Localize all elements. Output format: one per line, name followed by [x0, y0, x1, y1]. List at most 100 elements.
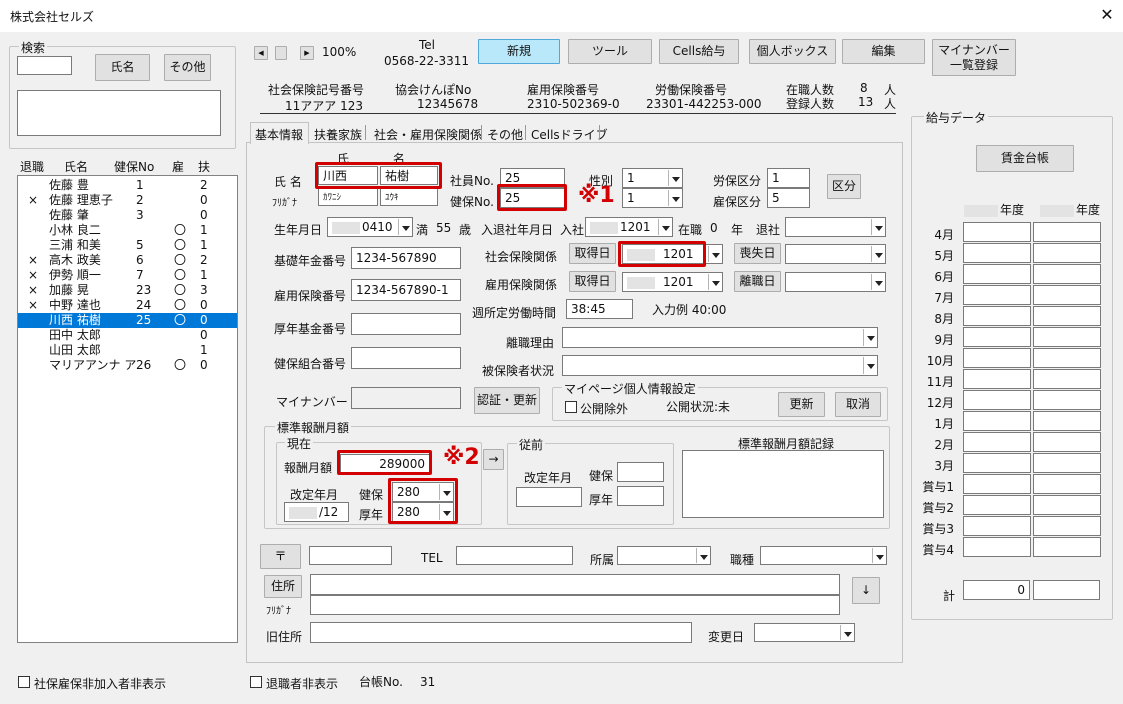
personal-box-button[interactable]: 個人ボックス — [749, 39, 836, 64]
salary-cell[interactable] — [1033, 411, 1101, 431]
work-hours-input[interactable]: 38:45 — [566, 299, 633, 319]
salary-cell[interactable] — [963, 516, 1031, 536]
employee-row[interactable]: マリアアンナ アウ(26 〇0 — [18, 358, 237, 373]
koyo-no-input[interactable]: 1234-567890-1 — [351, 279, 461, 301]
search-input[interactable] — [17, 56, 72, 75]
salary-cell[interactable] — [1033, 264, 1101, 284]
salary-cell[interactable] — [1033, 327, 1101, 347]
job-select[interactable] — [760, 546, 887, 565]
leave-button[interactable]: 離職日 — [734, 271, 781, 292]
salary-cell[interactable] — [1033, 453, 1101, 473]
salary-cell[interactable] — [1033, 537, 1101, 557]
koyo-get-select[interactable]: 1201 — [622, 272, 723, 292]
prev-kenpo-input[interactable] — [617, 462, 664, 482]
gender-select[interactable]: 1 — [622, 168, 683, 188]
tools-button[interactable]: ツール — [568, 39, 652, 64]
kubun-button[interactable]: 区分 — [827, 174, 861, 199]
insured-status-select[interactable] — [562, 355, 878, 376]
salary-cell[interactable] — [963, 453, 1031, 473]
hide-uninsured-checkbox[interactable] — [18, 676, 30, 688]
address-input[interactable] — [310, 574, 840, 595]
employee-row[interactable]: × 伊勢 順一 7 〇 1 — [18, 268, 237, 283]
record-box[interactable] — [682, 450, 884, 518]
zip-input[interactable] — [309, 546, 392, 565]
salary-cell[interactable] — [963, 222, 1031, 242]
salary-cell[interactable] — [963, 390, 1031, 410]
salary-cell[interactable] — [963, 348, 1031, 368]
auth-update-button[interactable]: 認証・更新 — [474, 387, 540, 414]
salary-cell[interactable] — [963, 264, 1031, 284]
prev-kosei-input[interactable] — [617, 486, 664, 506]
salary-cell[interactable] — [963, 306, 1031, 326]
salary-cell[interactable] — [963, 369, 1031, 389]
koho-input[interactable]: 5 — [767, 188, 810, 208]
public-exclude-checkbox[interactable] — [565, 401, 577, 413]
total-input-2[interactable] — [1033, 580, 1100, 600]
hide-retired-checkbox[interactable] — [250, 676, 262, 688]
salary-cell[interactable] — [963, 327, 1031, 347]
employee-row[interactable]: × 高木 政美 6 〇 2 — [18, 253, 237, 268]
salary-cell[interactable] — [963, 495, 1031, 515]
salary-cell[interactable] — [1033, 369, 1101, 389]
address-kana-input[interactable] — [310, 595, 840, 615]
salary-cell[interactable] — [963, 243, 1031, 263]
employee-row[interactable]: 小林 良二 〇 1 — [18, 223, 237, 238]
zip-button[interactable]: 〒 — [260, 544, 301, 569]
salary-cell[interactable] — [963, 285, 1031, 305]
first-kana-input[interactable]: ﾕｳｷ — [380, 188, 438, 206]
arrow-button[interactable]: → — [483, 449, 504, 470]
employee-row[interactable]: × 中野 達也 24 〇 0 — [18, 298, 237, 313]
mypage-update-button[interactable]: 更新 — [778, 392, 825, 417]
salary-cell[interactable] — [963, 537, 1031, 557]
tab-cells-drive[interactable]: Cellsドライブ — [531, 126, 608, 143]
employee-row[interactable]: 川西 祐樹 25 〇 0 — [18, 313, 237, 328]
tel-input[interactable] — [456, 546, 573, 565]
tab-dependents[interactable]: 扶養家族 — [314, 126, 362, 143]
lose-select[interactable] — [785, 244, 886, 264]
change-date-select[interactable] — [754, 623, 855, 642]
koyo-get-button[interactable]: 取得日 — [569, 271, 616, 292]
employee-row[interactable]: × 佐藤 理恵子 2 0 — [18, 193, 237, 208]
prev-kaitei-input[interactable] — [516, 487, 582, 507]
salary-cell[interactable] — [1033, 306, 1101, 326]
kenko-input[interactable] — [351, 347, 461, 369]
employee-row[interactable]: 佐藤 肇 3 0 — [18, 208, 237, 223]
kaitei-input[interactable]: /12 — [284, 502, 349, 522]
employee-row[interactable]: 三浦 和美 5 〇 1 — [18, 238, 237, 253]
search-other-button[interactable]: その他 — [164, 54, 211, 81]
tab-other[interactable]: その他 — [487, 126, 523, 143]
taisha-select[interactable] — [785, 217, 886, 237]
employee-row[interactable]: × 加藤 晃 23 〇 3 — [18, 283, 237, 298]
shaho-get-button[interactable]: 取得日 — [569, 243, 616, 264]
close-icon[interactable]: ✕ — [1096, 4, 1118, 26]
nav-mid-button[interactable] — [275, 46, 287, 60]
kosei-input[interactable] — [351, 313, 461, 335]
dept-select[interactable] — [617, 546, 711, 565]
salary-cell[interactable] — [1033, 474, 1101, 494]
employee-row[interactable]: 山田 太郎 1 — [18, 343, 237, 358]
salary-cell[interactable] — [1033, 390, 1101, 410]
address-button[interactable]: 住所 — [264, 575, 302, 598]
gender2-select[interactable]: 1 — [622, 188, 683, 208]
tab-insurance[interactable]: 社会・雇用保険関係 — [374, 126, 482, 143]
birth-select[interactable]: 0410 — [327, 217, 413, 237]
salary-cell[interactable] — [963, 432, 1031, 452]
roho-input[interactable]: 1 — [767, 168, 810, 188]
salary-cell[interactable] — [1033, 516, 1101, 536]
cells-pay-button[interactable]: Cells給与 — [659, 39, 739, 64]
kiso-input[interactable]: 1234-567890 — [351, 247, 461, 269]
lose-button[interactable]: 喪失日 — [734, 243, 781, 264]
salary-cell[interactable] — [1033, 243, 1101, 263]
salary-cell[interactable] — [1033, 348, 1101, 368]
nav-left-button[interactable]: ◀ — [254, 46, 268, 60]
salary-cell[interactable] — [963, 411, 1031, 431]
mypage-cancel-button[interactable]: 取消 — [835, 392, 881, 417]
employee-list[interactable]: 佐藤 豊 1 2 × 佐藤 理恵子 2 0 佐藤 肇 3 0 小林 良二〇 1 三浦 和美 5 〇 1 × 高木 … — [17, 175, 238, 643]
salary-cell[interactable] — [1033, 285, 1101, 305]
employee-row[interactable]: 田中 太郎 0 — [18, 328, 237, 343]
old-address-input[interactable] — [310, 622, 692, 643]
wage-ledger-button[interactable]: 賃金台帳 — [976, 145, 1074, 172]
leave-reason-select[interactable] — [562, 327, 878, 348]
edit-button[interactable]: 編集 — [842, 39, 925, 64]
salary-cell[interactable] — [1033, 222, 1101, 242]
